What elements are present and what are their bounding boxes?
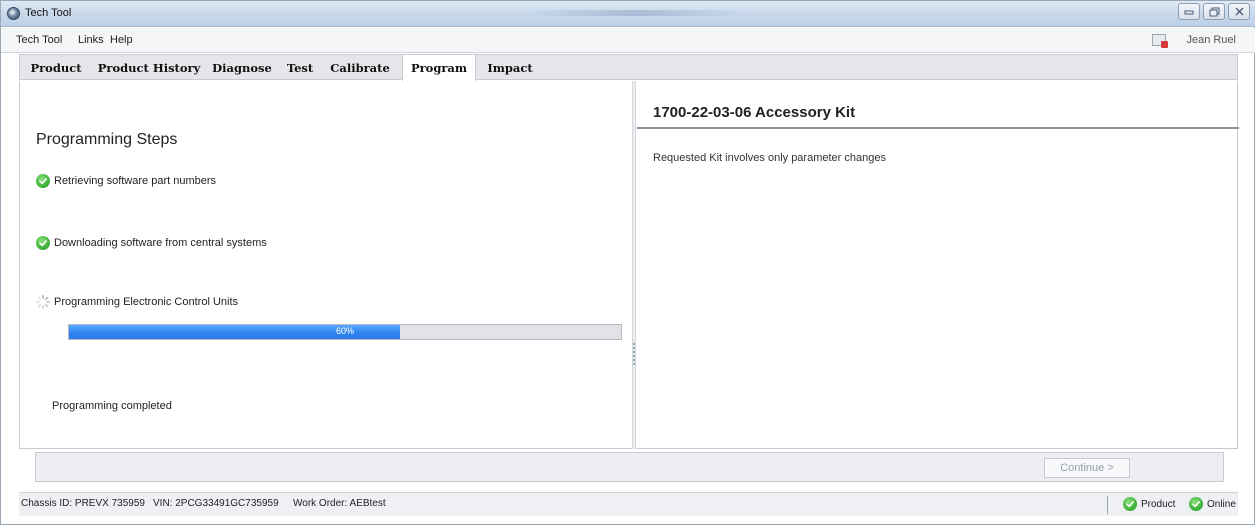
work-order: Work Order: AEBtest bbox=[293, 498, 386, 509]
progress-percent-label: 60% bbox=[335, 326, 354, 336]
window-title: Tech Tool bbox=[25, 7, 72, 19]
kit-title-divider bbox=[637, 127, 1239, 129]
product-status-label: Product bbox=[1141, 498, 1176, 510]
splitter-grip[interactable] bbox=[633, 343, 635, 365]
product-status: Product bbox=[1123, 497, 1175, 511]
kit-title: 1700-22-03-06 Accessory Kit bbox=[653, 104, 856, 121]
pane-splitter[interactable] bbox=[632, 81, 636, 449]
close-icon bbox=[1235, 7, 1243, 16]
title-bar: Tech Tool bbox=[1, 1, 1255, 27]
status-divider bbox=[1107, 496, 1108, 514]
loading-spinner-icon bbox=[36, 295, 50, 309]
menu-item-tech-tool[interactable]: Tech Tool bbox=[16, 34, 62, 46]
minimize-icon bbox=[1184, 10, 1194, 14]
tab-bar: Product Product History Diagnose Test Ca… bbox=[19, 54, 1238, 81]
step-label: Retrieving software part numbers bbox=[54, 175, 217, 187]
step-label: Downloading software from central system… bbox=[54, 237, 267, 249]
close-button[interactable] bbox=[1228, 3, 1250, 20]
continue-button[interactable]: Continue > bbox=[1044, 458, 1130, 478]
chassis-id: Chassis ID: PREVX 735959 bbox=[21, 498, 145, 509]
check-icon bbox=[1189, 497, 1203, 511]
menu-bar: Tech Tool Links Help Jean Ruel bbox=[1, 28, 1255, 53]
kit-details-pane: 1700-22-03-06 Accessory Kit Requested Ki… bbox=[637, 81, 1239, 449]
program-content: Programming Steps Retrieving software pa… bbox=[19, 81, 1239, 449]
menu-item-help[interactable]: Help bbox=[110, 34, 133, 46]
programming-progress-bar: 60% bbox=[68, 324, 622, 340]
tab-product-history[interactable]: Product History bbox=[92, 55, 206, 80]
check-icon bbox=[1123, 497, 1137, 511]
blurred-title-area bbox=[521, 10, 751, 16]
programming-steps-title: Programming Steps bbox=[36, 131, 178, 148]
menu-item-links[interactable]: Links bbox=[78, 34, 104, 46]
window-controls bbox=[1178, 3, 1250, 20]
user-notification-icon[interactable] bbox=[1152, 34, 1168, 48]
kit-description: Requested Kit involves only parameter ch… bbox=[653, 152, 886, 164]
online-status: Online bbox=[1189, 497, 1236, 511]
programming-steps-pane: Programming Steps Retrieving software pa… bbox=[20, 81, 632, 449]
tech-tool-app-icon bbox=[7, 7, 20, 20]
tab-product[interactable]: Product bbox=[24, 55, 88, 80]
step-label: Programming Electronic Control Units bbox=[54, 296, 239, 308]
user-name: Jean Ruel bbox=[1186, 34, 1236, 46]
step-programming-ecu: Programming Electronic Control Units bbox=[36, 295, 238, 309]
check-icon bbox=[36, 174, 50, 188]
tab-calibrate[interactable]: Calibrate bbox=[324, 55, 396, 80]
action-bar: Continue > bbox=[35, 452, 1224, 482]
programming-completed-label: Programming completed bbox=[52, 400, 172, 412]
app-window: Tech Tool Tech Tool Links Help Jean Ruel… bbox=[0, 0, 1255, 525]
tab-diagnose[interactable]: Diagnose bbox=[208, 55, 276, 80]
online-status-label: Online bbox=[1207, 498, 1236, 510]
status-bar: Chassis ID: PREVX 735959 VIN: 2PCG33491G… bbox=[19, 492, 1238, 516]
step-downloading: Downloading software from central system… bbox=[36, 236, 267, 250]
tab-test[interactable]: Test bbox=[278, 55, 322, 80]
maximize-button[interactable] bbox=[1203, 3, 1225, 20]
tab-program[interactable]: Program bbox=[402, 55, 476, 81]
restore-icon bbox=[1209, 7, 1219, 16]
step-retrieving: Retrieving software part numbers bbox=[36, 174, 216, 188]
check-icon bbox=[36, 236, 50, 250]
vin: VIN: 2PCG33491GC735959 bbox=[153, 498, 279, 509]
minimize-button[interactable] bbox=[1178, 3, 1200, 20]
tab-impact[interactable]: Impact bbox=[480, 55, 540, 80]
